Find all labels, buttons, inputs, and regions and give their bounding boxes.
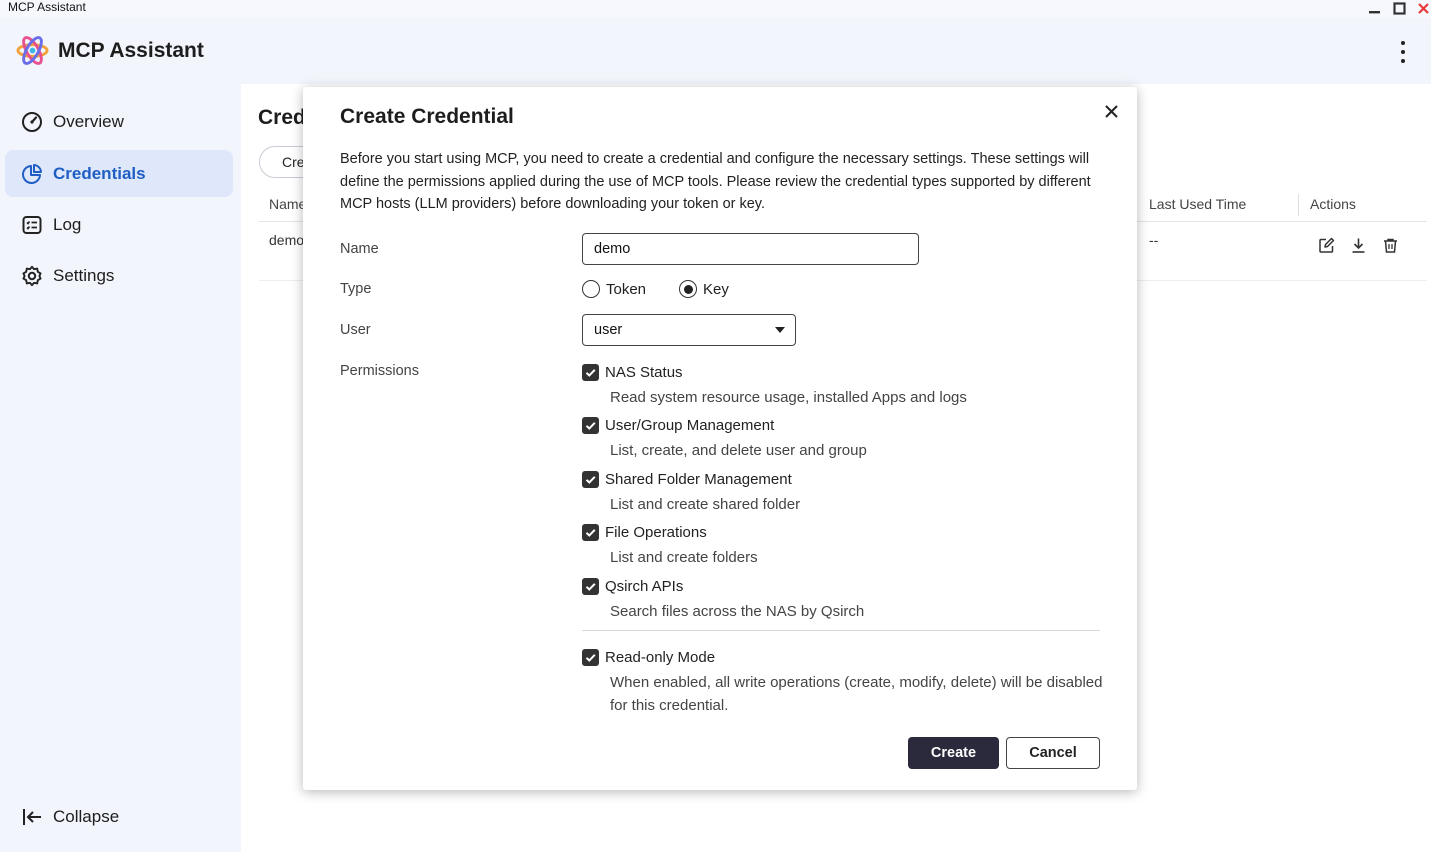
type-radio-key[interactable]: Key bbox=[679, 280, 729, 298]
cell-last-used: -- bbox=[1149, 232, 1159, 248]
checkbox-checked[interactable] bbox=[582, 577, 599, 595]
dialog-close-button[interactable] bbox=[1101, 101, 1121, 121]
kebab-dot-icon bbox=[1401, 59, 1405, 64]
cancel-button[interactable]: Cancel bbox=[1006, 737, 1100, 769]
permission-title: Qsirch APIs bbox=[605, 577, 684, 595]
sidebar-item-label: Credentials bbox=[53, 163, 146, 183]
column-header-name: Name bbox=[269, 196, 307, 212]
permission-desc: List and create folders bbox=[610, 549, 758, 566]
app-logo-icon bbox=[16, 36, 49, 65]
permission-title: File Operations bbox=[605, 523, 707, 541]
user-select-value: user bbox=[594, 322, 623, 338]
delete-icon[interactable] bbox=[1381, 236, 1399, 254]
user-select[interactable]: user bbox=[582, 314, 796, 346]
download-icon[interactable] bbox=[1349, 236, 1367, 254]
sidebar-item-label: Settings bbox=[53, 265, 115, 285]
window-titlebar: MCP Assistant bbox=[0, 0, 1431, 18]
checkbox-checked[interactable] bbox=[582, 416, 599, 434]
checkmark-icon bbox=[585, 582, 596, 591]
sidebar-item-label: Overview bbox=[53, 111, 124, 131]
page-title: Cred bbox=[258, 106, 306, 129]
create-credential-dialog: Create Credential Before you start using… bbox=[303, 87, 1137, 790]
checkmark-icon bbox=[585, 528, 596, 537]
checkmark-icon bbox=[585, 475, 596, 484]
radio-circle bbox=[582, 280, 600, 298]
radio-circle-selected bbox=[679, 280, 697, 298]
column-header-last-used: Last Used Time bbox=[1149, 196, 1247, 212]
dialog-description: Before you start using MCP, you need to … bbox=[340, 151, 1091, 212]
checkbox-checked[interactable] bbox=[582, 363, 599, 381]
collapse-button[interactable]: Collapse bbox=[20, 802, 119, 832]
more-options-button[interactable] bbox=[1393, 38, 1413, 66]
permission-qsirch: Qsirch APIs Search files across the NAS … bbox=[582, 576, 1110, 623]
speedometer-icon bbox=[20, 110, 44, 134]
sidebar-item-label: Log bbox=[53, 214, 82, 234]
create-button[interactable]: Create bbox=[908, 737, 999, 769]
permissions-label: Permissions bbox=[340, 363, 419, 379]
close-icon bbox=[1104, 104, 1118, 118]
permission-desc: List, create, and delete user and group bbox=[610, 442, 867, 459]
checkbox-checked[interactable] bbox=[582, 648, 599, 666]
maximize-icon bbox=[1392, 1, 1406, 15]
checkmark-icon bbox=[585, 368, 596, 377]
readonly-desc: When enabled, all write operations (crea… bbox=[610, 674, 1103, 714]
user-label: User bbox=[340, 322, 371, 338]
readonly-mode: Read-only Mode When enabled, all write o… bbox=[582, 647, 1105, 717]
collapse-label: Collapse bbox=[53, 807, 120, 826]
sidebar-item-credentials[interactable]: Credentials bbox=[5, 150, 233, 197]
radio-label: Token bbox=[606, 280, 647, 298]
close-icon bbox=[1417, 2, 1429, 14]
sidebar-item-overview[interactable]: Overview bbox=[5, 98, 233, 145]
dialog-title: Create Credential bbox=[340, 105, 514, 128]
caret-down-icon bbox=[775, 327, 785, 333]
permission-title: User/Group Management bbox=[605, 416, 775, 434]
maximize-button[interactable] bbox=[1390, 0, 1408, 16]
window-title: MCP Assistant bbox=[8, 0, 86, 14]
readonly-title: Read-only Mode bbox=[605, 648, 716, 666]
sidebar-item-settings[interactable]: Settings bbox=[5, 252, 233, 299]
minimize-button[interactable] bbox=[1365, 0, 1383, 16]
permission-desc: List and create shared folder bbox=[610, 496, 801, 513]
permission-user-group: User/Group Management List, create, and … bbox=[582, 415, 1110, 462]
name-label: Name bbox=[340, 241, 379, 257]
sidebar: Overview Credentials Log Settings Collap… bbox=[0, 84, 241, 852]
kebab-dot-icon bbox=[1401, 40, 1405, 45]
edit-icon[interactable] bbox=[1317, 236, 1335, 254]
cell-name: demo bbox=[269, 232, 305, 248]
name-input[interactable] bbox=[582, 233, 919, 265]
permission-nas-status: NAS Status Read system resource usage, i… bbox=[582, 362, 1110, 409]
divider bbox=[582, 630, 1100, 631]
column-header-actions: Actions bbox=[1310, 196, 1356, 212]
checkbox-checked[interactable] bbox=[582, 470, 599, 488]
permission-desc: Search files across the NAS by Qsirch bbox=[610, 603, 865, 620]
minimize-icon bbox=[1368, 10, 1380, 13]
type-radio-token[interactable]: Token bbox=[582, 280, 646, 298]
checkmark-icon bbox=[585, 421, 596, 430]
permission-title: Shared Folder Management bbox=[605, 470, 792, 488]
radio-label: Key bbox=[703, 280, 729, 298]
permission-shared-folder: Shared Folder Management List and create… bbox=[582, 469, 1110, 516]
checkbox-checked[interactable] bbox=[582, 523, 599, 541]
kebab-dot-icon bbox=[1401, 49, 1405, 54]
sidebar-item-log[interactable]: Log bbox=[5, 201, 233, 248]
gear-icon bbox=[20, 264, 44, 288]
app-header: MCP Assistant bbox=[0, 18, 1431, 84]
permission-desc: Read system resource usage, installed Ap… bbox=[610, 389, 967, 406]
app-title: MCP Assistant bbox=[58, 39, 204, 62]
permission-title: NAS Status bbox=[605, 363, 683, 381]
close-window-button[interactable] bbox=[1414, 0, 1431, 16]
type-label: Type bbox=[340, 281, 372, 297]
log-list-icon bbox=[20, 213, 44, 237]
pie-chart-icon bbox=[20, 162, 44, 186]
column-separator bbox=[1298, 194, 1299, 216]
permission-file-operations: File Operations List and create folders bbox=[582, 522, 1110, 569]
checkmark-icon bbox=[585, 653, 596, 662]
collapse-arrow-icon bbox=[20, 805, 44, 829]
